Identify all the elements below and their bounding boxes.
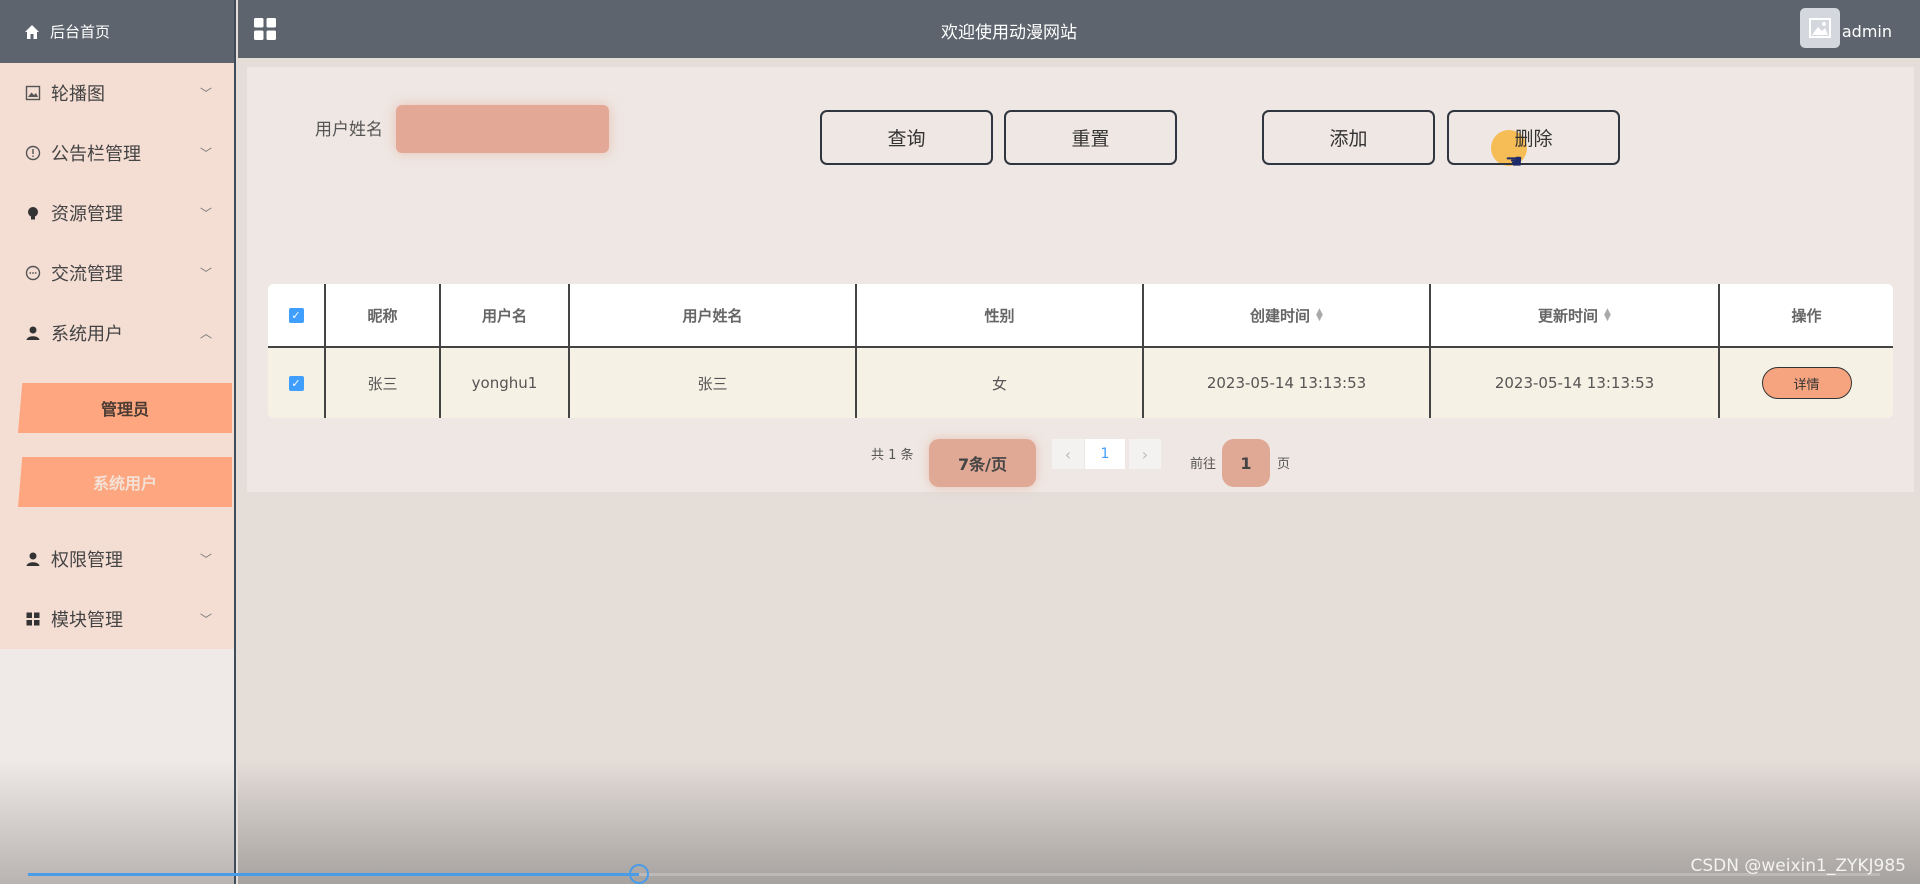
column-header-sortable[interactable]: 创建时间 ▲ ▼	[1144, 284, 1431, 346]
sidebar-item-communication[interactable]: 交流管理 ﹀	[0, 243, 234, 303]
cell-username: yonghu1	[441, 348, 570, 418]
column-header-label: 创建时间	[1250, 306, 1311, 325]
video-progress-bar[interactable]	[28, 864, 1880, 884]
user-icon	[24, 550, 42, 568]
submenu-item-system-users[interactable]: 系统用户	[18, 457, 232, 507]
select-all-checkbox[interactable]: ✓	[268, 284, 326, 346]
sidebar-item-label: 系统用户	[51, 324, 123, 345]
sidebar-item-label: 模块管理	[51, 610, 123, 631]
sort-icon[interactable]: ▲ ▼	[1316, 308, 1323, 323]
sidebar-item-permissions[interactable]: 权限管理 ﹀	[0, 529, 234, 589]
user-icon	[24, 324, 42, 342]
chat-icon	[24, 264, 42, 282]
row-checkbox[interactable]: ✓	[268, 348, 326, 418]
sidebar-item-label: 权限管理	[51, 550, 123, 571]
username[interactable]: admin	[1842, 22, 1892, 41]
image-placeholder-icon	[1809, 18, 1831, 38]
detail-button[interactable]: 详情	[1761, 367, 1852, 399]
column-header: 昵称	[326, 284, 441, 346]
submenu-item-admin[interactable]: 管理员	[18, 383, 232, 433]
sidebar-item-notice[interactable]: 公告栏管理 ﹀	[0, 123, 234, 183]
query-button[interactable]: 查询	[820, 110, 993, 165]
sidebar-item-system-users[interactable]: 系统用户 ︿	[0, 303, 234, 363]
chevron-up-icon: ︿	[199, 326, 212, 341]
sidebar-item-resource[interactable]: 资源管理 ﹀	[0, 183, 234, 243]
delete-button[interactable]: 删除	[1447, 110, 1620, 165]
info-circle-icon	[24, 144, 42, 162]
home-icon	[24, 23, 42, 41]
sidebar-home[interactable]: 后台首页	[0, 0, 234, 63]
chevron-down-icon: ﹀	[199, 552, 212, 567]
column-header-sortable[interactable]: 更新时间 ▲ ▼	[1431, 284, 1720, 346]
cell-action: 详情	[1720, 348, 1893, 418]
avatar[interactable]	[1800, 8, 1840, 48]
column-header: 用户名	[441, 284, 570, 346]
search-label: 用户姓名	[315, 120, 383, 140]
page-size-select[interactable]: 7条/页	[929, 439, 1036, 487]
grid-icon	[24, 610, 42, 628]
submenu-system-users: 管理员 系统用户	[0, 363, 234, 529]
watermark: CSDN @weixin1_ZYKJ985	[1690, 856, 1906, 876]
sidebar-item-carousel[interactable]: 轮播图 ﹀	[0, 63, 234, 123]
sidebar-item-label: 公告栏管理	[51, 144, 141, 165]
sidebar-item-label: 资源管理	[51, 204, 123, 225]
video-progress-fill	[28, 873, 640, 876]
top-bar: 欢迎使用动漫网站 admin	[238, 0, 1920, 58]
column-header-label: 更新时间	[1538, 306, 1599, 325]
chevron-down-icon: ﹀	[199, 86, 212, 101]
page-title: 欢迎使用动漫网站	[941, 23, 1077, 43]
cell-gender: 女	[857, 348, 1144, 418]
cell-updated: 2023-05-14 13:13:53	[1431, 348, 1720, 418]
goto-label: 前往	[1190, 457, 1217, 472]
chevron-down-icon: ﹀	[199, 146, 212, 161]
chevron-down-icon: ﹀	[199, 612, 212, 627]
goto-page-input[interactable]: 1	[1222, 439, 1270, 487]
search-input[interactable]	[396, 105, 609, 153]
add-button[interactable]: 添加	[1262, 110, 1435, 165]
image-icon	[24, 84, 42, 102]
page-suffix: 页	[1277, 457, 1291, 472]
column-header: 性别	[857, 284, 1144, 346]
sidebar: 后台首页 轮播图 ﹀ 公告栏管理 ﹀ 资源管理 ﹀ 交流管理 ﹀ 系统用户 ︿	[0, 0, 236, 884]
cell-realname: 张三	[570, 348, 857, 418]
chevron-down-icon: ﹀	[199, 266, 212, 281]
chevron-right-icon[interactable]: ›	[1129, 439, 1161, 469]
main-panel: 用户姓名 查询 重置 添加 删除 ☚ ✓ 昵称 用户名 用户姓名 性别 创建时间…	[247, 67, 1914, 492]
column-header: 用户姓名	[570, 284, 857, 346]
bulb-icon	[24, 204, 42, 222]
hand-cursor-icon: ☚	[1505, 149, 1523, 173]
data-table: ✓ 昵称 用户名 用户姓名 性别 创建时间 ▲ ▼ 更新时间 ▲ ▼ 操作 ✓ 张三 y…	[268, 284, 1893, 418]
video-overlay	[238, 760, 1920, 884]
check-icon: ✓	[288, 375, 304, 391]
page-number[interactable]: 1	[1085, 439, 1125, 469]
chevron-down-icon: ﹀	[199, 206, 212, 221]
chevron-left-icon[interactable]: ‹	[1052, 439, 1084, 469]
reset-button[interactable]: 重置	[1004, 110, 1177, 165]
table-row: ✓ 张三 yonghu1 张三 女 2023-05-14 13:13:53 20…	[268, 348, 1893, 418]
pagination-total: 共 1 条	[871, 448, 914, 463]
sidebar-item-label: 交流管理	[51, 264, 123, 285]
sidebar-home-label: 后台首页	[50, 23, 111, 41]
cell-nickname: 张三	[326, 348, 441, 418]
table-header: ✓ 昵称 用户名 用户姓名 性别 创建时间 ▲ ▼ 更新时间 ▲ ▼ 操作	[268, 284, 1893, 348]
sidebar-item-modules[interactable]: 模块管理 ﹀	[0, 589, 234, 649]
cell-created: 2023-05-14 13:13:53	[1144, 348, 1431, 418]
sidebar-item-label: 轮播图	[51, 84, 105, 105]
check-icon: ✓	[288, 307, 304, 323]
sort-icon[interactable]: ▲ ▼	[1604, 308, 1611, 323]
column-header: 操作	[1791, 306, 1822, 325]
